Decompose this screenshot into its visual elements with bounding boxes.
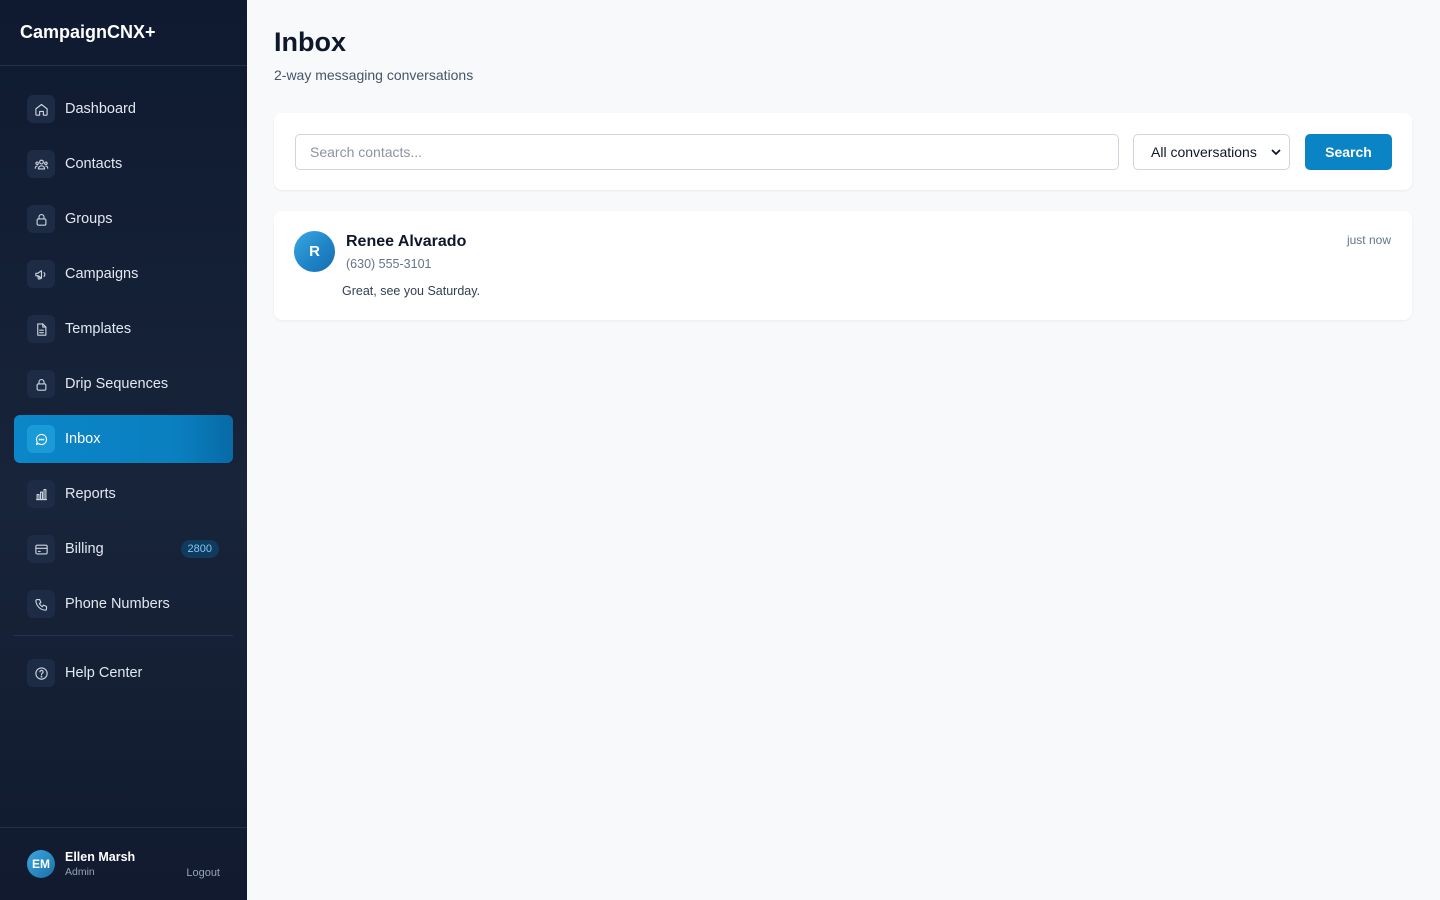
sidebar-item-label: Reports [65,486,116,502]
sidebar-item-reports[interactable]: Reports [14,470,233,518]
lock-icon [27,205,55,233]
sidebar-item-campaigns[interactable]: Campaigns [14,250,233,298]
sidebar-item-label: Templates [65,321,132,337]
page-title: Inbox [274,27,346,57]
message-timestamp: just now [1346,233,1391,247]
document-icon [27,315,55,343]
sidebar-nav: Dashboard Contacts Groups Campaigns Temp… [14,85,233,704]
sidebar-item-label: Billing [65,541,104,557]
contact-avatar: R [294,231,335,272]
sidebar-item-dashboard[interactable]: Dashboard [14,85,233,133]
main-content: Inbox 2-way messaging conversations All … [247,0,1440,900]
sidebar-divider [14,635,233,636]
search-panel: All conversations Search [274,113,1412,190]
sidebar-item-label: Help Center [65,665,143,681]
phone-icon [27,590,55,618]
sidebar-item-label: Phone Numbers [65,596,170,612]
sidebar-item-contacts[interactable]: Contacts [14,140,233,188]
bar-chart-icon [27,480,55,508]
user-profile: EM Ellen Marsh Admin Logout [0,827,247,900]
message-preview: Great, see you Saturday. [342,284,481,298]
contact-phone: (630) 555-3101 [346,257,432,271]
filter-selected-value: All conversations [1151,144,1257,160]
user-name: Ellen Marsh [65,850,136,864]
help-icon [27,659,55,687]
page-subtitle: 2-way messaging conversations [274,67,474,83]
avatar: EM [27,850,55,878]
home-icon [27,95,55,123]
sidebar-item-help-center[interactable]: Help Center [14,649,233,697]
lock-icon [27,370,55,398]
sidebar-item-drip-sequences[interactable]: Drip Sequences [14,360,233,408]
sidebar-item-label: Dashboard [65,101,136,117]
sidebar-item-label: Contacts [65,156,123,172]
credit-balance-badge: 2800 [180,540,219,558]
chat-icon [27,425,55,453]
conversation-filter-select[interactable]: All conversations [1133,134,1290,170]
search-button[interactable]: Search [1305,134,1392,170]
logout-link[interactable]: Logout [186,867,220,879]
sidebar-item-label: Drip Sequences [65,376,169,392]
chevron-down-icon [1271,149,1281,155]
sidebar-item-inbox[interactable]: Inbox [14,415,233,463]
conversation-item[interactable]: R Renee Alvarado (630) 555-3101 Great, s… [274,211,1412,320]
users-icon [27,150,55,178]
sidebar-item-templates[interactable]: Templates [14,305,233,353]
megaphone-icon [27,260,55,288]
credit-card-icon [27,535,55,563]
sidebar-item-label: Groups [65,211,113,227]
sidebar-item-phone-numbers[interactable]: Phone Numbers [14,580,233,628]
sidebar: CampaignCNX+ Dashboard Contacts Groups C… [0,0,247,900]
contact-name: Renee Alvarado [346,233,467,250]
search-input[interactable] [295,134,1119,170]
sidebar-item-groups[interactable]: Groups [14,195,233,243]
sidebar-item-label: Campaigns [65,266,139,282]
brand-logo[interactable]: CampaignCNX+ [0,0,247,66]
user-role: Admin [65,866,95,878]
sidebar-item-billing[interactable]: Billing 2800 [14,525,233,573]
sidebar-item-label: Inbox [65,431,101,447]
